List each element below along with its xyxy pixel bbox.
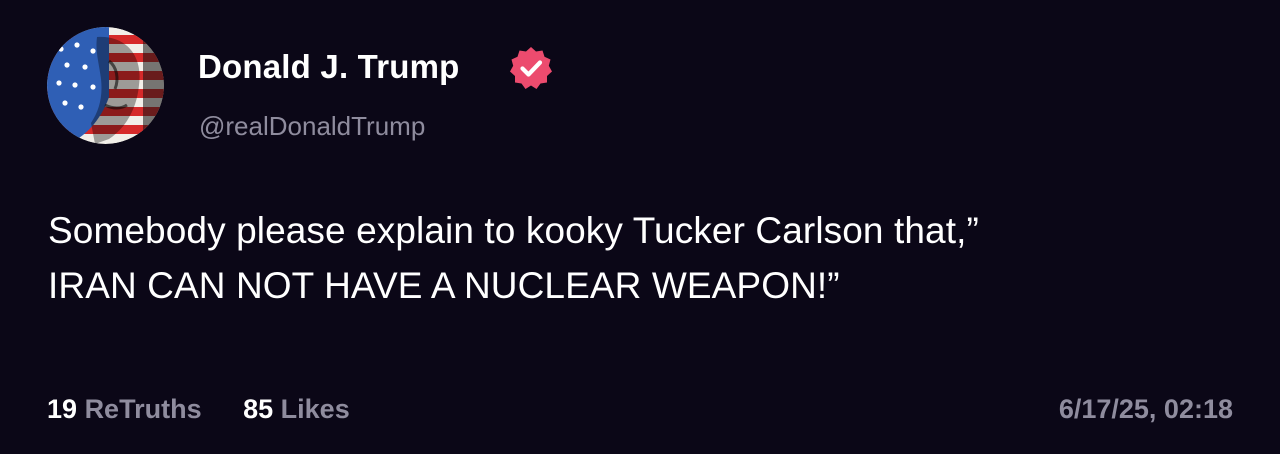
truth-post-card: Donald J. Trump @realDonaldTrump Somebod…: [0, 0, 1280, 454]
post-timestamp: 6/17/25, 02:18: [1058, 394, 1233, 424]
retruths-count: 19: [47, 394, 78, 424]
likes-stat[interactable]: 85 Likes: [243, 392, 350, 426]
verified-badge-icon: [510, 47, 552, 89]
avatar[interactable]: [47, 27, 164, 144]
profile-photo-icon: [47, 27, 164, 144]
post-body-line: IRAN CAN NOT HAVE A NUCLEAR WEAPON!”: [48, 265, 840, 306]
author-handle[interactable]: @realDonaldTrump: [199, 110, 425, 142]
author-name[interactable]: Donald J. Trump: [198, 47, 460, 87]
retruths-label: ReTruths: [84, 394, 202, 424]
likes-count: 85: [243, 394, 274, 424]
retruths-stat[interactable]: 19 ReTruths: [47, 392, 202, 426]
post-stats: 19 ReTruths 85 Likes: [47, 392, 384, 426]
post-body-line: Somebody please explain to kooky Tucker …: [48, 210, 979, 251]
likes-label: Likes: [280, 394, 350, 424]
post-body: Somebody please explain to kooky Tucker …: [48, 203, 1248, 313]
